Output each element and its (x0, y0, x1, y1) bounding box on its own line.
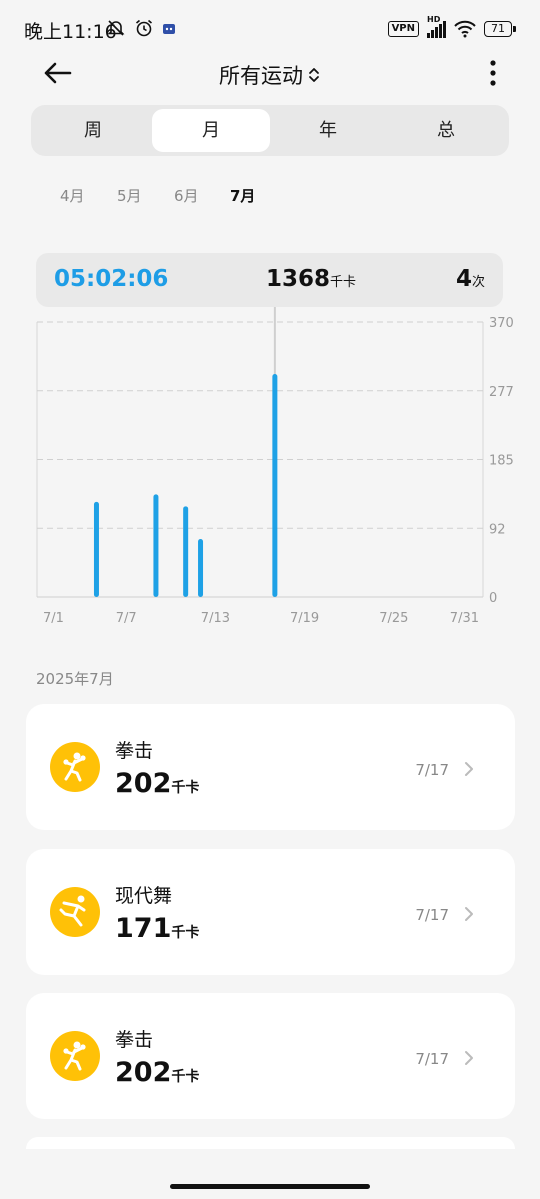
workout-calories: 171千卡 (115, 913, 199, 944)
chevron-right-icon (465, 762, 473, 776)
vpn-badge: VPN (387, 21, 419, 37)
section-date: 2025年7月 (36, 670, 114, 688)
chart-bar (93, 501, 99, 597)
chart-bar (272, 374, 278, 597)
app-notification-icon (163, 24, 175, 34)
calories-bar-chart: 0 92 185 277 370 7/1 7/7 7/13 7/19 7/25 7/31 (36, 305, 514, 626)
x-tick-label: 7/25 (379, 611, 408, 626)
workout-calories-value: 171 (115, 913, 172, 944)
page-title: 所有运动 (219, 64, 303, 88)
tab-month[interactable]: 月 (152, 109, 270, 152)
battery-indicator: 71 (484, 21, 516, 37)
chart-bar (183, 506, 189, 597)
y-tick-label: 370 (489, 316, 514, 331)
workout-calories-value: 202 (115, 1057, 172, 1088)
workout-count: 4次 (456, 266, 485, 292)
workout-calories-unit: 千卡 (171, 1069, 200, 1085)
chart-bar (198, 539, 204, 597)
chart-bar (153, 494, 159, 597)
y-tick-label: 185 (489, 454, 514, 469)
workout-name: 现代舞 (115, 885, 173, 907)
nav-bar: 所有运动 (0, 48, 540, 98)
total-calories: 1368千卡 (266, 266, 356, 292)
workout-name: 拳击 (115, 740, 154, 762)
wifi-icon (454, 20, 476, 38)
total-calories-value: 1368 (266, 266, 331, 292)
workout-calories: 202千卡 (115, 1057, 199, 1088)
workout-calories: 202千卡 (115, 768, 199, 799)
sport-type-selector[interactable]: 所有运动 (219, 60, 321, 90)
month-selector: 4月 5月 6月 7月 (0, 185, 540, 209)
tab-total[interactable]: 总 (387, 109, 505, 152)
total-duration: 05:02:06 (54, 266, 169, 292)
x-tick-label: 7/1 (43, 611, 64, 626)
x-tick-label: 7/19 (290, 611, 319, 626)
y-tick-label: 0 (489, 591, 497, 606)
chevron-right-icon (465, 907, 473, 921)
alarm-icon (135, 19, 153, 37)
workout-card-partial[interactable] (26, 1137, 515, 1149)
y-tick-label: 92 (489, 522, 506, 537)
workout-calories-value: 202 (115, 768, 172, 799)
workout-count-unit: 次 (471, 275, 485, 290)
workout-card[interactable]: 现代舞 171千卡 7/17 (26, 849, 515, 975)
x-tick-label: 7/7 (116, 611, 137, 626)
workout-date: 7/17 (415, 761, 449, 779)
period-tabs: 周 月 年 总 (31, 105, 509, 156)
tab-year[interactable]: 年 (269, 109, 387, 152)
workout-name: 拳击 (115, 1029, 154, 1051)
x-tick-label: 7/31 (450, 611, 479, 626)
total-calories-unit: 千卡 (330, 275, 357, 290)
tab-week[interactable]: 周 (34, 109, 152, 152)
boxing-icon (63, 1041, 86, 1071)
boxing-icon (63, 752, 86, 782)
month-july[interactable]: 7月 (230, 185, 255, 206)
signal-icon: HD (427, 15, 446, 38)
battery-level: 71 (484, 21, 512, 37)
chevron-right-icon (465, 1051, 473, 1065)
mute-bell-icon (107, 20, 125, 36)
dance-icon (59, 895, 86, 927)
month-april[interactable]: 4月 (60, 185, 85, 206)
workout-date: 7/17 (415, 1050, 449, 1068)
summary-panel: 05:02:06 1368千卡 4次 (36, 253, 503, 307)
home-indicator[interactable] (170, 1184, 370, 1189)
month-may[interactable]: 5月 (117, 185, 142, 206)
workout-count-value: 4 (455, 266, 472, 292)
workout-date: 7/17 (415, 906, 449, 924)
more-vertical-icon[interactable] (486, 58, 500, 88)
x-tick-label: 7/13 (201, 611, 230, 626)
workout-card[interactable]: 拳击 202千卡 7/17 (26, 704, 515, 830)
workout-calories-unit: 千卡 (171, 925, 200, 941)
sort-toggle-icon (309, 68, 319, 82)
workout-calories-unit: 千卡 (171, 780, 200, 796)
workout-card[interactable]: 拳击 202千卡 7/17 (26, 993, 515, 1119)
y-tick-label: 277 (489, 385, 514, 400)
network-type-label: HD (427, 14, 441, 24)
month-june[interactable]: 6月 (174, 185, 199, 206)
status-time: 晚上11:16 (24, 21, 117, 43)
